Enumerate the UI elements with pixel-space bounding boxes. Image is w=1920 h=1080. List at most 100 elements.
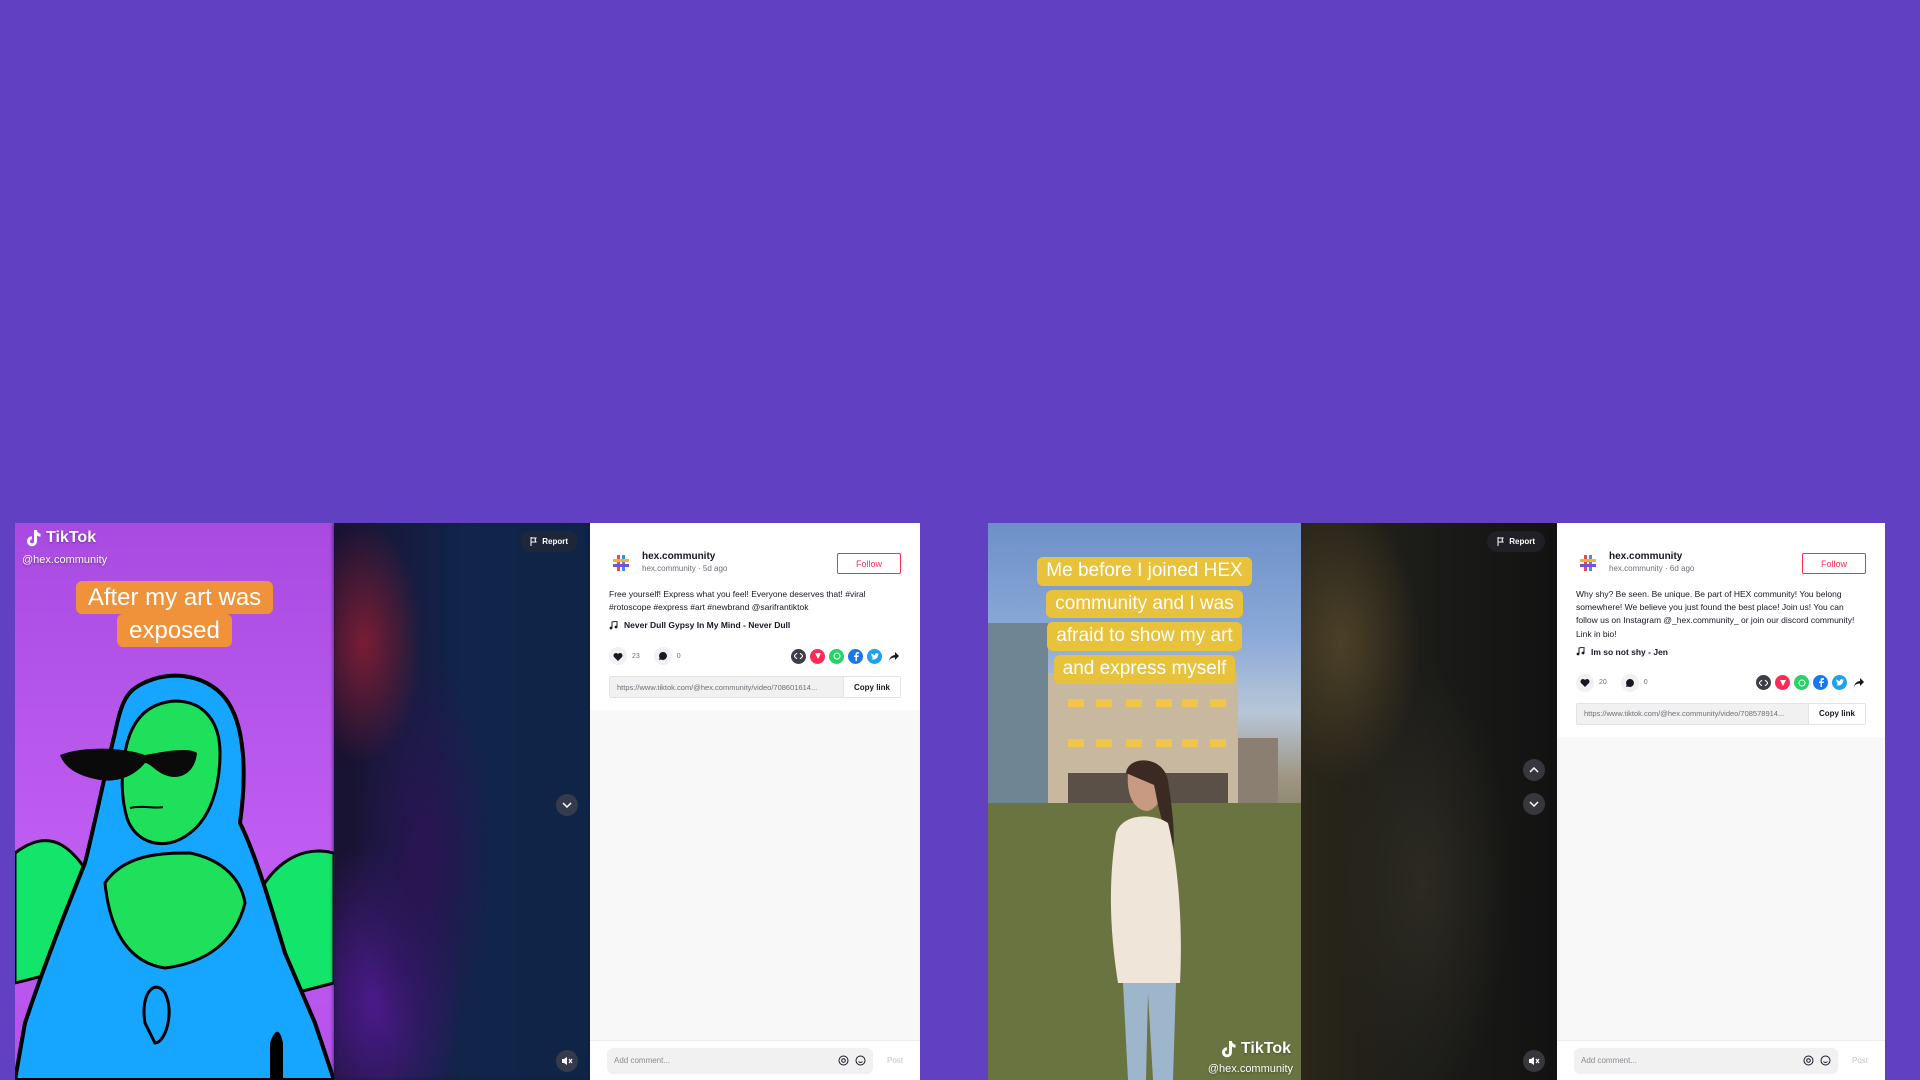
post-button[interactable]: Post [1852, 1056, 1868, 1065]
author-subtitle: hex.community · 5d ago [642, 564, 728, 573]
post-button[interactable]: Post [887, 1056, 903, 1065]
follow-button[interactable]: Follow [1802, 553, 1866, 574]
like-button[interactable] [609, 647, 627, 666]
embed-icon[interactable] [1756, 675, 1771, 691]
video-handle: @hex.community [1207, 1063, 1293, 1075]
comment-count: 0 [1643, 679, 1648, 687]
like-button[interactable] [1576, 673, 1594, 692]
caption-line: afraid to show my art [1047, 622, 1242, 652]
mention-icon[interactable] [1803, 1055, 1814, 1066]
tiktok-brand: TikTok [1240, 1040, 1291, 1057]
mute-button[interactable] [556, 1050, 578, 1072]
music-title[interactable]: Im so not shy - Jen [1591, 647, 1668, 657]
comment-icon [658, 652, 667, 661]
chevron-down-icon [1529, 801, 1539, 807]
author-avatar[interactable] [1576, 551, 1600, 575]
comment-placeholder: Add comment... [614, 1056, 671, 1065]
next-video-button[interactable] [1523, 793, 1545, 815]
comment-input[interactable]: Add comment... [607, 1047, 873, 1074]
author-name[interactable]: hex.community [1609, 551, 1793, 562]
post-info-panel: hex.community hex.community · 6d ago Fol… [1557, 523, 1885, 1080]
author-subtitle: hex.community · 6d ago [1609, 564, 1695, 573]
comment-count: 0 [676, 652, 681, 660]
comment-button[interactable] [653, 647, 672, 666]
report-button[interactable]: Report [1487, 531, 1545, 552]
music-title[interactable]: Never Dull Gypsy In My Mind - Never Dull [624, 620, 790, 630]
like-count: 23 [632, 652, 640, 660]
emoji-icon[interactable] [855, 1055, 866, 1066]
comment-placeholder: Add comment... [1581, 1056, 1638, 1065]
tiktok-logo: TikTok [1220, 1040, 1291, 1058]
twitter-icon[interactable] [867, 648, 882, 664]
embed-icon[interactable] [791, 648, 806, 664]
copy-link-button[interactable]: Copy link [842, 677, 900, 698]
video-handle: @hex.community [22, 554, 108, 566]
send-icon[interactable] [810, 648, 825, 664]
share-link-url[interactable]: https://www.tiktok.com/@hex.community/vi… [610, 683, 843, 692]
caption-line: After my art was [75, 581, 274, 615]
send-icon[interactable] [1775, 675, 1790, 691]
heart-icon [1580, 679, 1590, 688]
report-label: Report [1509, 537, 1535, 546]
follow-button[interactable]: Follow [837, 553, 901, 574]
video-panel[interactable]: TikTok @hex.community After my art was e… [15, 523, 590, 1080]
author-avatar[interactable] [609, 551, 633, 575]
share-arrow-icon[interactable] [886, 649, 901, 664]
tiktok-note-icon [27, 530, 41, 547]
mention-icon[interactable] [838, 1055, 849, 1066]
flag-icon [1497, 537, 1505, 546]
like-count: 20 [1599, 679, 1607, 687]
caption-line: exposed [117, 614, 232, 648]
volume-muted-icon [1529, 1057, 1540, 1065]
comment-button[interactable] [1620, 673, 1639, 692]
tiktok-note-icon [1221, 1041, 1236, 1058]
blurred-background [334, 523, 590, 1080]
author-name[interactable]: hex.community [642, 551, 828, 562]
heart-icon [613, 652, 623, 661]
facebook-icon[interactable] [1813, 675, 1828, 691]
flag-icon [530, 537, 538, 546]
video-panel[interactable]: Me before I joined HEX community and I w… [988, 523, 1557, 1080]
post-description: Why shy? Be seen. Be unique. Be part of … [1576, 589, 1855, 639]
video-frame[interactable]: Me before I joined HEX community and I w… [988, 523, 1301, 1080]
report-label: Report [542, 537, 568, 546]
music-row[interactable]: Never Dull Gypsy In My Mind - Never Dull [609, 620, 901, 630]
facebook-icon[interactable] [848, 648, 863, 664]
twitter-icon[interactable] [1832, 675, 1847, 691]
video-frame[interactable]: TikTok @hex.community After my art was e… [15, 523, 334, 1080]
blurred-background [1301, 523, 1557, 1080]
tiktok-brand: TikTok [46, 529, 97, 546]
whatsapp-icon[interactable] [829, 648, 844, 664]
video-caption: Me before I joined HEX community and I w… [988, 553, 1301, 684]
copy-link-button[interactable]: Copy link [1807, 703, 1865, 724]
share-icons [1756, 675, 1866, 691]
tiktok-embed-card: Me before I joined HEX community and I w… [988, 523, 1885, 1080]
post-description: Free yourself! Express what you feel! Ev… [609, 589, 866, 613]
comment-input[interactable]: Add comment... [1574, 1047, 1838, 1074]
previous-video-button[interactable] [1523, 759, 1545, 781]
volume-muted-icon [562, 1057, 573, 1065]
share-arrow-icon[interactable] [1851, 675, 1866, 690]
caption-line: and express myself [1053, 655, 1236, 684]
music-row[interactable]: Im so not shy - Jen [1576, 647, 1866, 657]
music-note-icon [1576, 647, 1585, 656]
chevron-up-icon [1529, 767, 1539, 773]
music-note-icon [609, 620, 618, 630]
hex-logo-icon [613, 555, 629, 571]
comment-bar: Add comment... Post [590, 1040, 920, 1080]
next-video-button[interactable] [556, 794, 578, 816]
tiktok-embed-card: TikTok @hex.community After my art was e… [15, 523, 920, 1080]
chevron-down-icon [562, 802, 572, 808]
video-caption: After my art was exposed [15, 581, 334, 648]
mute-button[interactable] [1523, 1050, 1545, 1072]
emoji-icon[interactable] [1820, 1055, 1831, 1066]
caption-line: community and I was [1046, 589, 1243, 619]
caption-line: Me before I joined HEX [1037, 557, 1252, 586]
post-info-panel: hex.community hex.community · 5d ago Fol… [590, 523, 920, 1080]
share-icons [791, 648, 901, 664]
share-link-row: https://www.tiktok.com/@hex.community/vi… [609, 676, 901, 699]
whatsapp-icon[interactable] [1794, 675, 1809, 691]
report-button[interactable]: Report [520, 531, 578, 552]
share-link-url[interactable]: https://www.tiktok.com/@hex.community/vi… [1577, 709, 1808, 718]
tiktok-logo: TikTok [25, 529, 96, 547]
